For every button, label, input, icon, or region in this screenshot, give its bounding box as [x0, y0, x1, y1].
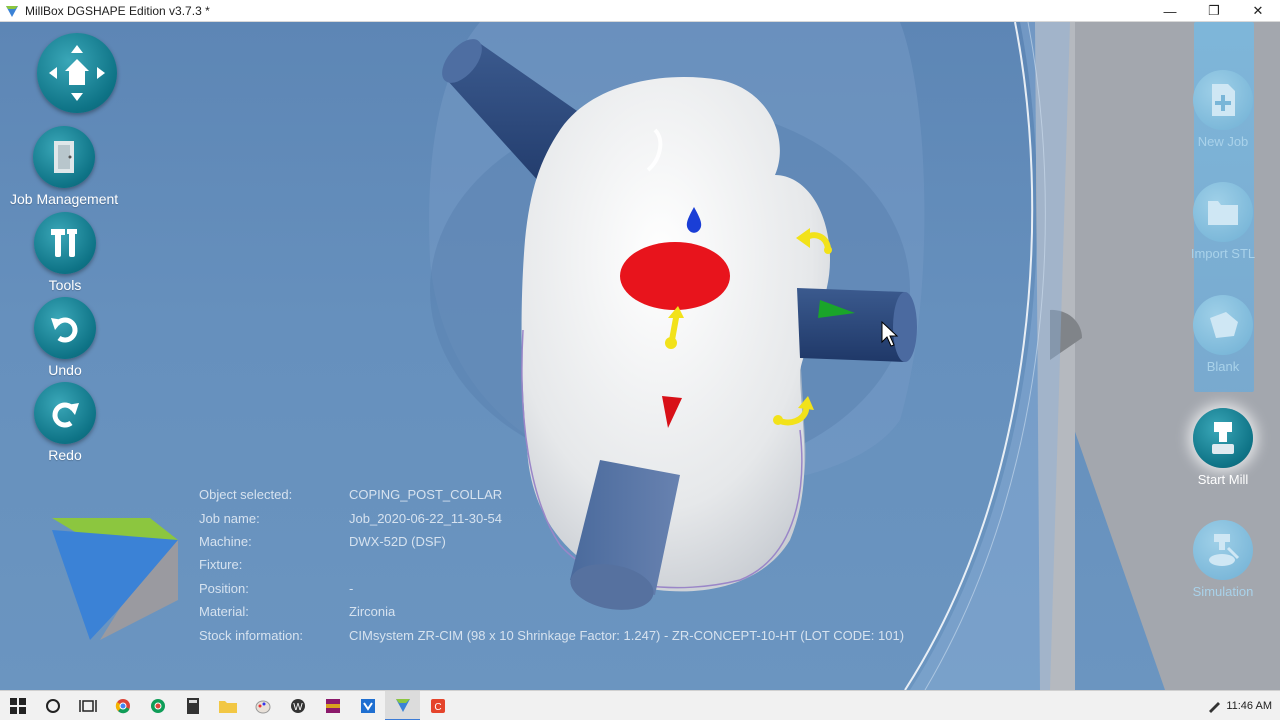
info-row: Object selected: COPING_POST_COLLAR: [199, 487, 503, 503]
info-row: Material: Zirconia: [199, 604, 396, 620]
svg-text:C: C: [434, 702, 441, 713]
chrome-alt-icon: [150, 698, 165, 713]
red-app-icon: C: [430, 698, 445, 713]
taskbar-chrome[interactable]: [105, 691, 140, 720]
blank-disc-icon: [1193, 295, 1253, 355]
job-management-label: Job Management: [10, 191, 119, 207]
redo-button[interactable]: Redo: [34, 382, 96, 463]
simulation-label: Simulation: [1192, 584, 1254, 599]
info-row: Stock information: CIMsystem ZR-CIM (98 x…: [199, 627, 905, 643]
chrome-icon: [115, 698, 130, 713]
job-info-panel: Object selected: COPING_POST_COLLAR Job n…: [199, 483, 904, 647]
start-mill-button[interactable]: Start Mill: [1178, 408, 1268, 487]
winrar-icon: [325, 698, 340, 713]
taskbar-blue-app[interactable]: [350, 691, 385, 720]
mill-spindle-icon: [1193, 408, 1253, 468]
taskbar-app-w[interactable]: W: [280, 691, 315, 720]
task-view-icon: [78, 699, 97, 712]
taskbar-calculator[interactable]: [175, 691, 210, 720]
cortana-search-button[interactable]: [35, 691, 70, 720]
search-circle-icon: [45, 698, 60, 713]
millbox-app-icon: [6, 5, 18, 17]
millbox-icon: [395, 698, 410, 712]
title-bar: MillBox DGSHAPE Edition v3.7.3 * — ❐ ✕: [0, 0, 1280, 22]
windows-start-button[interactable]: [0, 691, 35, 720]
support-bar-right: [797, 288, 917, 362]
tools-button[interactable]: Tools: [34, 212, 96, 293]
rotate-arrow-center: [669, 315, 679, 343]
windows-taskbar: W C 11:46 AM: [0, 690, 1280, 720]
windows-logo-icon: [9, 697, 26, 714]
taskbar-chrome-2[interactable]: [140, 691, 175, 720]
taskbar-winrar[interactable]: [315, 691, 350, 720]
window-title: MillBox DGSHAPE Edition v3.7.3 *: [25, 3, 210, 18]
simulation-button[interactable]: Simulation: [1178, 520, 1268, 599]
undo-button[interactable]: Undo: [34, 297, 96, 378]
door-icon: [33, 126, 96, 188]
blue-app-icon: [360, 698, 375, 713]
new-job-button[interactable]: New Job: [1178, 70, 1268, 149]
undo-icon: [34, 297, 96, 359]
svg-text:W: W: [293, 702, 303, 713]
blank-label: Blank: [1206, 359, 1240, 374]
minimize-button[interactable]: —: [1148, 0, 1192, 22]
paint-icon: [255, 700, 270, 713]
folder-icon: [218, 700, 237, 713]
import-stl-label: Import STL: [1190, 246, 1256, 261]
folder-icon: [1193, 182, 1253, 242]
w-app-icon: W: [290, 698, 305, 713]
redo-label: Redo: [48, 447, 82, 463]
taskbar-millbox[interactable]: [385, 690, 420, 720]
taskbar-paint[interactable]: [245, 691, 280, 720]
info-row: Position: -: [199, 580, 354, 596]
millbox-logo: [52, 518, 178, 640]
new-job-label: New Job: [1197, 134, 1249, 149]
pen-tray-icon[interactable]: [1206, 698, 1222, 714]
info-row: Machine: DWX-52D (DSF): [199, 533, 446, 549]
taskbar-file-explorer[interactable]: [210, 691, 245, 720]
simulation-icon: [1193, 520, 1253, 580]
calculator-icon: [186, 697, 199, 714]
undo-label: Undo: [48, 362, 82, 378]
redo-icon: [34, 382, 96, 444]
job-management-button[interactable]: Job Management: [10, 126, 118, 207]
tools-label: Tools: [48, 277, 82, 293]
taskbar-clock[interactable]: 11:46 AM: [1226, 691, 1272, 720]
3d-viewport[interactable]: Job Management Tools Undo Redo New Job I…: [0, 22, 1280, 690]
start-mill-label: Start Mill: [1197, 472, 1249, 487]
new-document-icon: [1193, 70, 1253, 130]
selection-marker: [620, 242, 730, 310]
taskbar-red-app[interactable]: C: [420, 691, 455, 720]
navigation-button[interactable]: [37, 33, 117, 113]
close-button[interactable]: ✕: [1236, 0, 1280, 22]
import-stl-button[interactable]: Import STL: [1178, 182, 1268, 261]
restore-button[interactable]: ❐: [1192, 0, 1236, 22]
nav-home-icon[interactable]: [37, 33, 117, 113]
info-row: Fixture:: [199, 557, 243, 573]
disc-rim: [910, 22, 1070, 690]
blank-button[interactable]: Blank: [1178, 295, 1268, 374]
tools-icon: [34, 212, 96, 274]
task-view-button[interactable]: [70, 691, 105, 720]
system-tray: [1206, 691, 1222, 720]
info-row: Job name: Job_2020-06-22_11-30-54: [199, 510, 502, 526]
